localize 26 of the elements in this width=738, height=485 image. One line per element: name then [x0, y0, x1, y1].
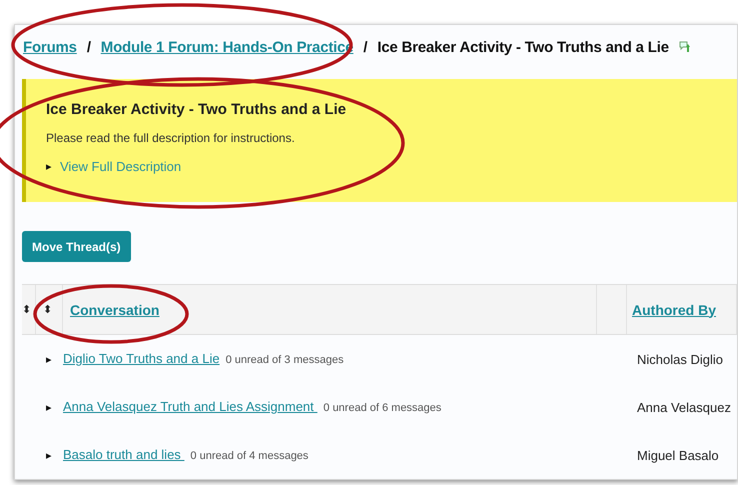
notice-title: Ice Breaker Activity - Two Truths and a Lie [46, 100, 348, 118]
move-threads-button[interactable]: Move Thread(s) [22, 231, 131, 262]
sort-icon[interactable]: ⬍ [22, 303, 31, 316]
column-header[interactable]: Conversation [70, 302, 160, 318]
breadcrumb-separator: / [363, 38, 368, 56]
expand-toggle[interactable]: ▸ [46, 160, 54, 173]
column-header[interactable]: Authored By [632, 302, 716, 318]
thread-link[interactable]: Anna Velasquez Truth and Lies Assignment [63, 399, 318, 414]
expand-toggle[interactable]: ▸ [46, 352, 54, 366]
description-link[interactable]: View Full Description [60, 158, 182, 174]
notice-text: Please read the full description for instructions. [46, 130, 296, 145]
breadcrumb-separator: / [86, 38, 91, 56]
thread-link[interactable]: Diglio Two Truths and a Lie [63, 351, 220, 366]
author-name: Anna Velasquez [636, 400, 732, 414]
breadcrumb-link[interactable]: Forums [23, 38, 77, 56]
thread-link[interactable]: Basalo truth and lies [63, 447, 184, 462]
message-count: 0 unread of 6 messages [323, 402, 442, 414]
expand-toggle[interactable]: ▸ [46, 400, 54, 414]
expand-toggle[interactable]: ▸ [46, 448, 54, 462]
author-name: Miguel Basalo [636, 448, 720, 462]
rss-icon[interactable] [678, 40, 691, 54]
author-name: Nicholas Diglio [636, 352, 724, 366]
page-title: Ice Breaker Activity - Two Truths and a Lie [377, 38, 669, 56]
sort-icon[interactable]: ⬍ [43, 303, 52, 316]
message-count: 0 unread of 4 messages [190, 450, 308, 462]
message-count: 0 unread of 3 messages [226, 354, 344, 366]
